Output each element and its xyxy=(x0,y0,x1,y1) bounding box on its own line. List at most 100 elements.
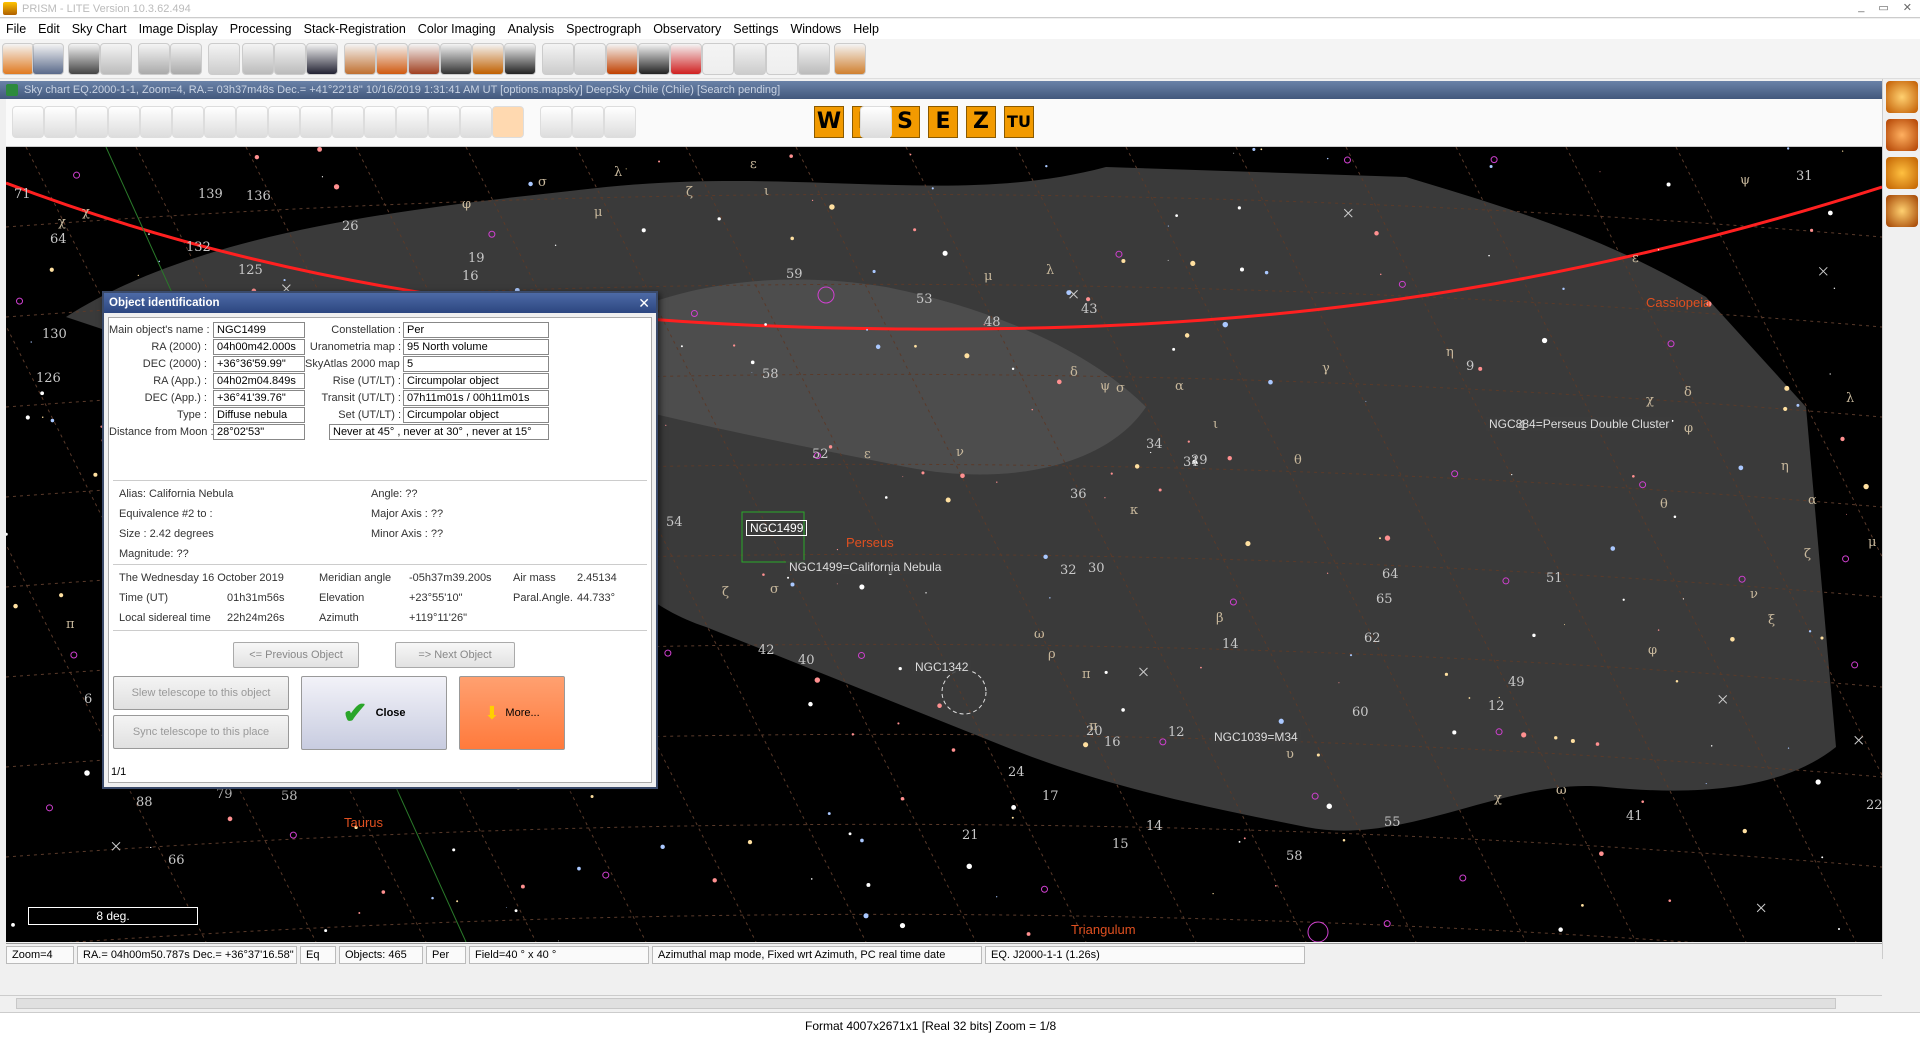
toolbar-tool-20-icon[interactable] xyxy=(638,43,670,75)
right-field-value[interactable]: 5 xyxy=(403,356,549,372)
chart-tool-6-icon[interactable] xyxy=(172,106,204,138)
maximize-button[interactable]: ▭ xyxy=(1878,1,1888,14)
right-field-value[interactable]: Circumpolar object xyxy=(403,407,549,423)
menu-observatory[interactable]: Observatory xyxy=(647,22,727,36)
left-field-value[interactable]: 04h00m42.000s xyxy=(213,339,305,355)
chart-tool-10-icon[interactable] xyxy=(300,106,332,138)
menu-analysis[interactable]: Analysis xyxy=(502,22,561,36)
toolbar-tool-5-icon[interactable] xyxy=(138,43,170,75)
minimize-button[interactable]: _ xyxy=(1858,1,1864,14)
universal-time-button[interactable]: TU xyxy=(1004,106,1034,138)
star xyxy=(1632,474,1635,478)
menu-help[interactable]: Help xyxy=(847,22,885,36)
chart-tool-12-icon[interactable] xyxy=(364,106,396,138)
chart-tool-20-icon[interactable] xyxy=(860,106,892,138)
toolbar-tool-4-icon[interactable] xyxy=(100,43,132,75)
horizontal-scrollbar[interactable] xyxy=(0,995,1882,1011)
chart-tool-7-icon[interactable] xyxy=(204,106,236,138)
toolbar-tool-2-icon[interactable] xyxy=(32,43,64,75)
menu-processing[interactable]: Processing xyxy=(224,22,298,36)
right-field-value[interactable]: 95 North volume xyxy=(403,339,549,355)
toolbar-tool-13-icon[interactable] xyxy=(408,43,440,75)
slew-telescope-button[interactable]: Slew telescope to this object xyxy=(113,676,289,710)
chart-tool-18-icon[interactable] xyxy=(572,106,604,138)
menu-image-display[interactable]: Image Display xyxy=(133,22,224,36)
toolbar-tool-14-icon[interactable] xyxy=(440,43,472,75)
visibility-field[interactable]: Never at 45° , never at 30° , never at 1… xyxy=(329,424,549,440)
right-field-value[interactable]: 07h11m01s / 00h11m01s xyxy=(403,390,549,406)
toolbar-tool-23-icon[interactable] xyxy=(734,43,766,75)
east-button[interactable]: E xyxy=(928,106,958,138)
tool-4-icon[interactable] xyxy=(1886,195,1918,227)
west-button[interactable]: W xyxy=(814,106,844,138)
chart-tool-16-icon[interactable] xyxy=(492,106,524,138)
chart-tool-19-icon[interactable] xyxy=(604,106,636,138)
toolbar-tool-11-icon[interactable] xyxy=(344,43,376,75)
south-button[interactable]: S xyxy=(890,106,920,138)
sync-telescope-button[interactable]: Sync telescope to this place xyxy=(113,715,289,749)
close-window-button[interactable]: ✕ xyxy=(1903,1,1912,14)
left-field-value[interactable]: Diffuse nebula xyxy=(213,407,305,423)
zenith-button[interactable]: Z xyxy=(966,106,996,138)
toolbar-tool-9-icon[interactable] xyxy=(274,43,306,75)
toolbar-tool-25-icon[interactable] xyxy=(798,43,830,75)
menu-edit[interactable]: Edit xyxy=(32,22,66,36)
left-field-value[interactable]: 28°02'53" xyxy=(213,424,305,440)
chart-tool-9-icon[interactable] xyxy=(268,106,300,138)
toolbar-tool-6-icon[interactable] xyxy=(170,43,202,75)
star-number-label: 21 xyxy=(962,828,979,843)
chart-tool-17-icon[interactable] xyxy=(540,106,572,138)
toolbar-tool-7-icon[interactable] xyxy=(208,43,240,75)
chart-tool-14-icon[interactable] xyxy=(428,106,460,138)
more-button[interactable]: ⬇ More... xyxy=(459,676,565,750)
menu-file[interactable]: File xyxy=(0,22,32,36)
chart-tool-13-icon[interactable] xyxy=(396,106,428,138)
dialog-close-icon[interactable]: ✕ xyxy=(638,293,650,313)
toolbar-tool-8-icon[interactable] xyxy=(242,43,274,75)
toolbar-tool-26-icon[interactable] xyxy=(834,43,866,75)
tool-2-icon[interactable] xyxy=(1886,119,1918,151)
previous-object-button[interactable]: <= Previous Object xyxy=(233,642,359,668)
right-field-value[interactable]: Circumpolar object xyxy=(403,373,549,389)
left-field-value[interactable]: NGC1499 xyxy=(213,322,305,338)
chart-tool-1-icon[interactable] xyxy=(12,106,44,138)
chart-tool-15-icon[interactable] xyxy=(460,106,492,138)
menu-stack-registration[interactable]: Stack-Registration xyxy=(298,22,412,36)
selected-object-label[interactable]: NGC1499 xyxy=(746,520,808,536)
left-field-value[interactable]: 04h02m04.849s xyxy=(213,373,305,389)
toolbar-tool-18-icon[interactable] xyxy=(574,43,606,75)
left-field-value[interactable]: +36°36'59.99" xyxy=(213,356,305,372)
right-field-value[interactable]: Per xyxy=(403,322,549,338)
toolbar-tool-17-icon[interactable] xyxy=(542,43,574,75)
coord-mode-select[interactable]: Eq xyxy=(300,945,336,964)
chart-tool-11-icon[interactable] xyxy=(332,106,364,138)
menu-settings[interactable]: Settings xyxy=(727,22,784,36)
left-field-value[interactable]: +36°41'39.76" xyxy=(213,390,305,406)
chart-tool-3-icon[interactable] xyxy=(76,106,108,138)
toolbar-tool-12-icon[interactable] xyxy=(376,43,408,75)
toolbar-tool-10-icon[interactable] xyxy=(306,43,338,75)
toolbar-tool-1-icon[interactable] xyxy=(2,43,34,75)
toolbar-tool-3-icon[interactable] xyxy=(68,43,100,75)
tool-3-icon[interactable] xyxy=(1886,157,1918,189)
chart-tool-4-icon[interactable] xyxy=(108,106,140,138)
menu-color-imaging[interactable]: Color Imaging xyxy=(412,22,502,36)
next-object-button[interactable]: => Next Object xyxy=(395,642,515,668)
tool-1-icon[interactable] xyxy=(1886,81,1918,113)
toolbar-tool-15-icon[interactable] xyxy=(472,43,504,75)
toolbar-tool-24-icon[interactable] xyxy=(766,43,798,75)
alias-text: Alias: California Nebula xyxy=(119,488,234,500)
menu-sky-chart[interactable]: Sky Chart xyxy=(66,22,133,36)
chart-tool-2-icon[interactable] xyxy=(44,106,76,138)
scrollbar-thumb[interactable] xyxy=(16,998,1836,1009)
menu-spectrograph[interactable]: Spectrograph xyxy=(560,22,647,36)
toolbar-tool-19-icon[interactable] xyxy=(606,43,638,75)
menu-windows[interactable]: Windows xyxy=(784,22,847,36)
chart-tool-8-icon[interactable] xyxy=(236,106,268,138)
close-button[interactable]: ✔ Close xyxy=(301,676,447,750)
toolbar-tool-16-icon[interactable] xyxy=(504,43,536,75)
toolbar-tool-21-icon[interactable] xyxy=(670,43,702,75)
chart-tool-5-icon[interactable] xyxy=(140,106,172,138)
star xyxy=(358,911,361,914)
toolbar-tool-22-icon[interactable] xyxy=(702,43,734,75)
